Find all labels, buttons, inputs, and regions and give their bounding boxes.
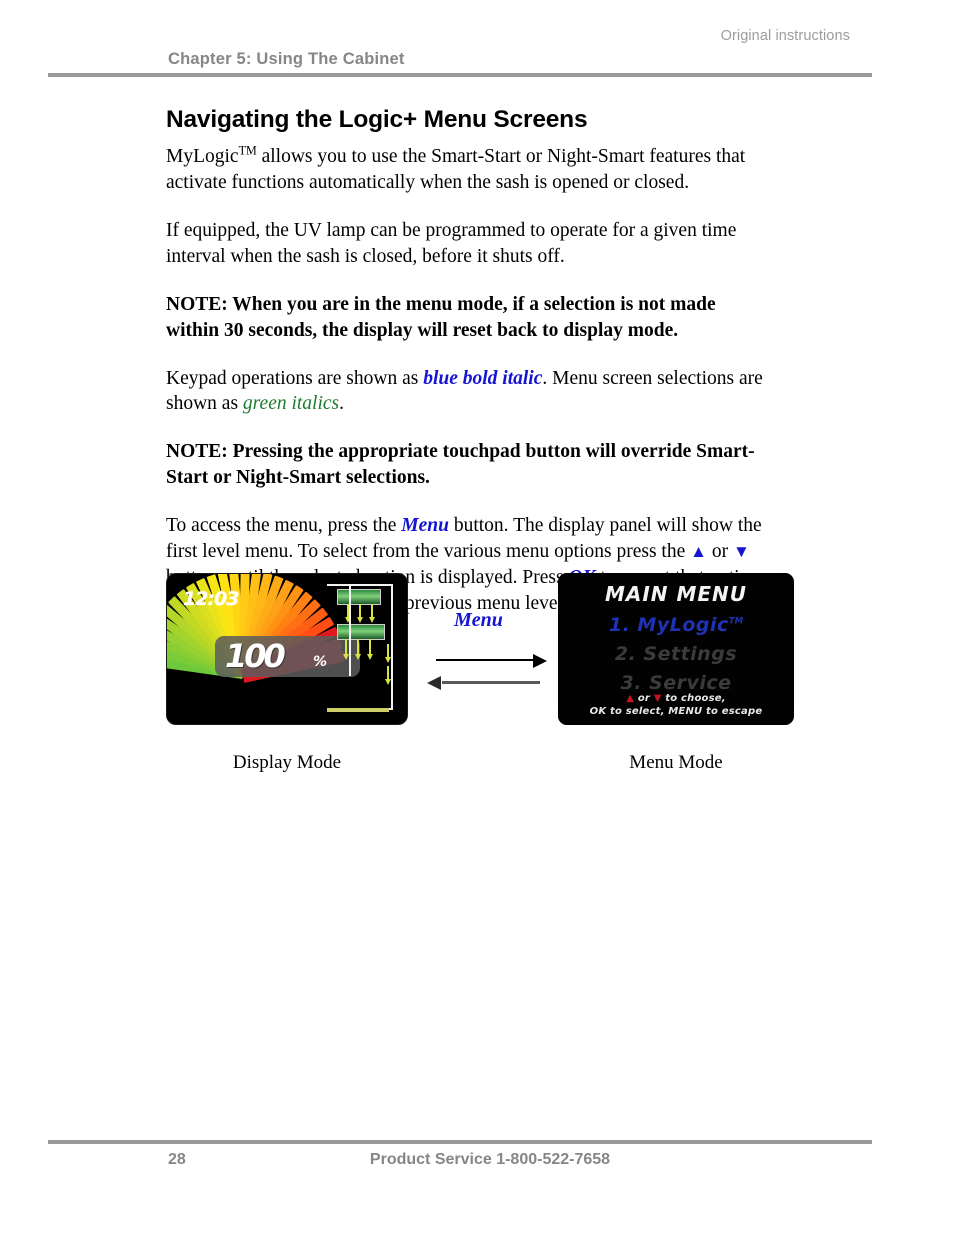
menu-item-service-label: 3. Service <box>620 672 732 694</box>
menu-hint-line-2: OK to select, MENU to escape <box>589 706 763 717</box>
airflow-arrow-icon <box>368 604 375 623</box>
caption-display-mode: Display Mode <box>232 752 342 773</box>
hint-pre: or <box>634 693 654 704</box>
document-content: Navigating the Logic+ Menu Screens MyLog… <box>166 106 766 639</box>
exhaust-arrow-icon <box>384 666 391 685</box>
hint-post: to choose, <box>661 693 726 704</box>
chapter-title: Chapter 5: Using The Cabinet <box>168 50 405 68</box>
clock-readout: 12:03 <box>183 588 239 610</box>
menu-transition-label: Menu <box>454 609 503 631</box>
conventions-part3: . <box>339 393 345 415</box>
menu-item-mylogic-tm: TM <box>728 616 744 627</box>
airflow-arrow-icon <box>354 639 361 660</box>
menu-item-mylogic[interactable]: 1. MyLogicTM <box>558 614 794 636</box>
display-mode-screen: 12:03 100 % <box>166 573 408 725</box>
footer-row: 28 Product Service 1-800-522-7658 <box>48 1151 872 1173</box>
conventions-part1: Keypad operations are shown as <box>166 367 424 389</box>
airflow-arrow-icon <box>366 639 373 660</box>
paragraph-uv-lamp: If equipped, the UV lamp can be programm… <box>166 219 737 267</box>
figure-display-and-menu-modes: 12:03 100 % Menu MAIN MENU 1. MyLogicTM <box>166 573 796 725</box>
footer-divider <box>48 1140 872 1144</box>
menu-item-mylogic-label: 1. MyLogic <box>608 614 729 636</box>
menu-mode-screen: MAIN MENU 1. MyLogicTM 2. Settings 3. Se… <box>558 573 794 725</box>
mylogic-word: MyLogic <box>166 146 239 167</box>
menu-item-settings-label: 2. Settings <box>614 643 738 665</box>
caption-menu-mode: Menu Mode <box>629 752 723 773</box>
menu-item-service[interactable]: 3. Service <box>558 672 794 694</box>
up-arrow-icon: ▲ <box>690 542 707 562</box>
page-footer: 28 Product Service 1-800-522-7658 <box>48 1140 872 1173</box>
mode-transition-group: Menu <box>427 609 556 690</box>
menu-hint-text: ▲ or ▼ to choose, OK to select, MENU to … <box>558 692 794 718</box>
paragraph-conventions: Keypad operations are shown as blue bold… <box>166 366 766 418</box>
green-italics-sample: green italics <box>242 393 340 415</box>
main-menu-title: MAIN MENU <box>604 582 748 606</box>
cabinet-schematic-icon <box>317 580 403 722</box>
hint-up-arrow-icon: ▲ <box>626 693 635 704</box>
note-timeout: NOTE: When you are in the menu mode, if … <box>166 293 716 341</box>
menu-keyword-1: Menu <box>401 515 449 537</box>
blue-bold-italic-sample: blue bold italic <box>423 367 543 389</box>
trademark-symbol: TM <box>238 143 257 158</box>
paragraph-mylogic: MyLogicTM allows you to use the Smart-St… <box>166 144 766 196</box>
menu-access-part1: To access the menu, press the <box>166 515 402 537</box>
menu-access-part3: or <box>706 541 733 563</box>
hint-down-arrow-icon: ▼ <box>653 693 662 704</box>
page-header: Original instructions Chapter 5: Using T… <box>48 28 872 77</box>
exhaust-arrow-icon <box>384 644 391 663</box>
note-touchpad-override: NOTE: Pressing the appropriate touchpad … <box>166 441 755 489</box>
header-divider <box>48 73 872 77</box>
menu-hint-line-1: ▲ or ▼ to choose, <box>558 692 794 705</box>
down-arrow-icon: ▼ <box>732 542 750 562</box>
product-service-phone: Product Service 1-800-522-7658 <box>369 1151 611 1168</box>
page-title: Navigating the Logic+ Menu Screens <box>166 106 588 133</box>
menu-item-settings[interactable]: 2. Settings <box>558 643 794 665</box>
sash-outline <box>319 584 351 676</box>
airflow-arrow-icon <box>356 604 363 623</box>
percent-value: 100 <box>225 637 286 675</box>
arrow-left-icon <box>427 676 540 690</box>
original-instructions-label: Original instructions <box>720 28 850 44</box>
arrow-right-icon <box>436 654 547 668</box>
worksurface-grille <box>327 708 389 712</box>
